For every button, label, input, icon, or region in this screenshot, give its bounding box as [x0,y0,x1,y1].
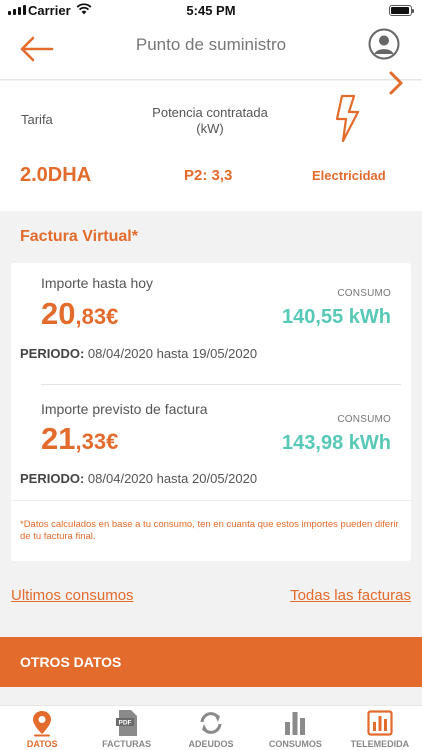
page-title: Punto de suministro [135,35,287,54]
divider [11,500,411,501]
tab-facturas[interactable]: PDF FACTURAS [84,706,168,750]
tab-label: DATOS [26,739,58,749]
consumo-value: 140,55 kWh [282,306,391,328]
sync-icon [200,712,222,734]
potencia-label-line1: Potencia contratada [152,105,268,120]
clock: 5:45 PM [186,3,236,18]
navigation-bar: Punto de suministro [0,22,422,80]
tab-label: CONSUMOS [268,739,322,749]
consumo-value: 143,98 kWh [282,432,391,454]
tab-consumos[interactable]: CONSUMOS [253,706,337,750]
consumo-label: CONSUMO [337,288,391,299]
periodo-current: PERIODO: 08/04/2020 hasta 19/05/2020 [20,346,257,361]
todas-las-facturas-link[interactable]: Todas las facturas [290,587,411,604]
tarifa-label: Tarifa [21,112,53,127]
tab-label: TELEMEDIDA [350,739,410,749]
tab-label: ADEUDOS [188,739,234,749]
importe-hasta-hoy-amount: 20,83€ [41,296,118,332]
factura-virtual-title: Factura Virtual* [20,228,138,245]
disclaimer-note: *Datos calculados en base a tu consumo, … [20,519,399,542]
ultimos-consumos-link[interactable]: Ultimos consumos [11,587,134,604]
potencia-label: Potencia contratada (kW) [148,105,272,137]
supply-summary: Tarifa Potencia contratada (kW) 2.0DHA P… [0,71,422,211]
chevron-right-icon[interactable] [386,69,406,97]
tab-adeudos[interactable]: ADEUDOS [169,706,253,750]
tarifa-value: 2.0DHA [20,164,92,186]
importe-hasta-hoy-label: Importe hasta hoy [41,275,154,291]
supply-type-value: Electricidad [312,168,386,183]
otros-datos-label: OTROS DATOS [20,654,122,670]
battery-icon [389,5,414,16]
telemedida-chart-icon [367,710,393,736]
factura-card: Importe hasta hoy 20,83€ CONSUMO 140,55 … [11,263,411,561]
periodo-value: 08/04/2020 hasta 19/05/2020 [87,346,258,361]
tab-datos[interactable]: DATOS [0,706,84,750]
amount-integer: 21 [41,421,76,456]
pdf-icon: PDF [115,710,137,736]
periodo-value: 08/04/2020 hasta 20/05/2020 [87,471,258,486]
periodo-label: PERIODO: [20,471,85,486]
consumo-label: CONSUMO [337,414,391,425]
lightning-icon [335,94,360,143]
periodo-forecast: PERIODO: 08/04/2020 hasta 20/05/2020 [20,471,257,486]
otros-datos-section[interactable]: OTROS DATOS [0,637,422,687]
potencia-value: P2: 3,3 [184,167,233,184]
bar-chart-icon [285,712,306,735]
amount-decimal: ,83€ [75,304,119,329]
profile-icon[interactable] [368,28,400,60]
tab-telemedida[interactable]: TELEMEDIDA [338,706,422,750]
importe-previsto-label: Importe previsto de factura [41,401,208,417]
divider [41,384,401,385]
tab-bar: DATOS PDF FACTURAS ADEUDOS CONSUMOS TELE… [0,705,422,750]
amount-decimal: ,33€ [75,429,119,454]
location-pin-icon [33,711,52,737]
tab-label: FACTURAS [102,739,152,749]
svg-text:PDF: PDF [118,720,131,727]
status-bar: Carrier 5:45 PM [0,0,422,22]
importe-previsto-amount: 21,33€ [41,421,118,457]
potencia-label-line2: (kW) [196,121,224,136]
amount-integer: 20 [41,296,76,331]
periodo-label: PERIODO: [20,346,85,361]
